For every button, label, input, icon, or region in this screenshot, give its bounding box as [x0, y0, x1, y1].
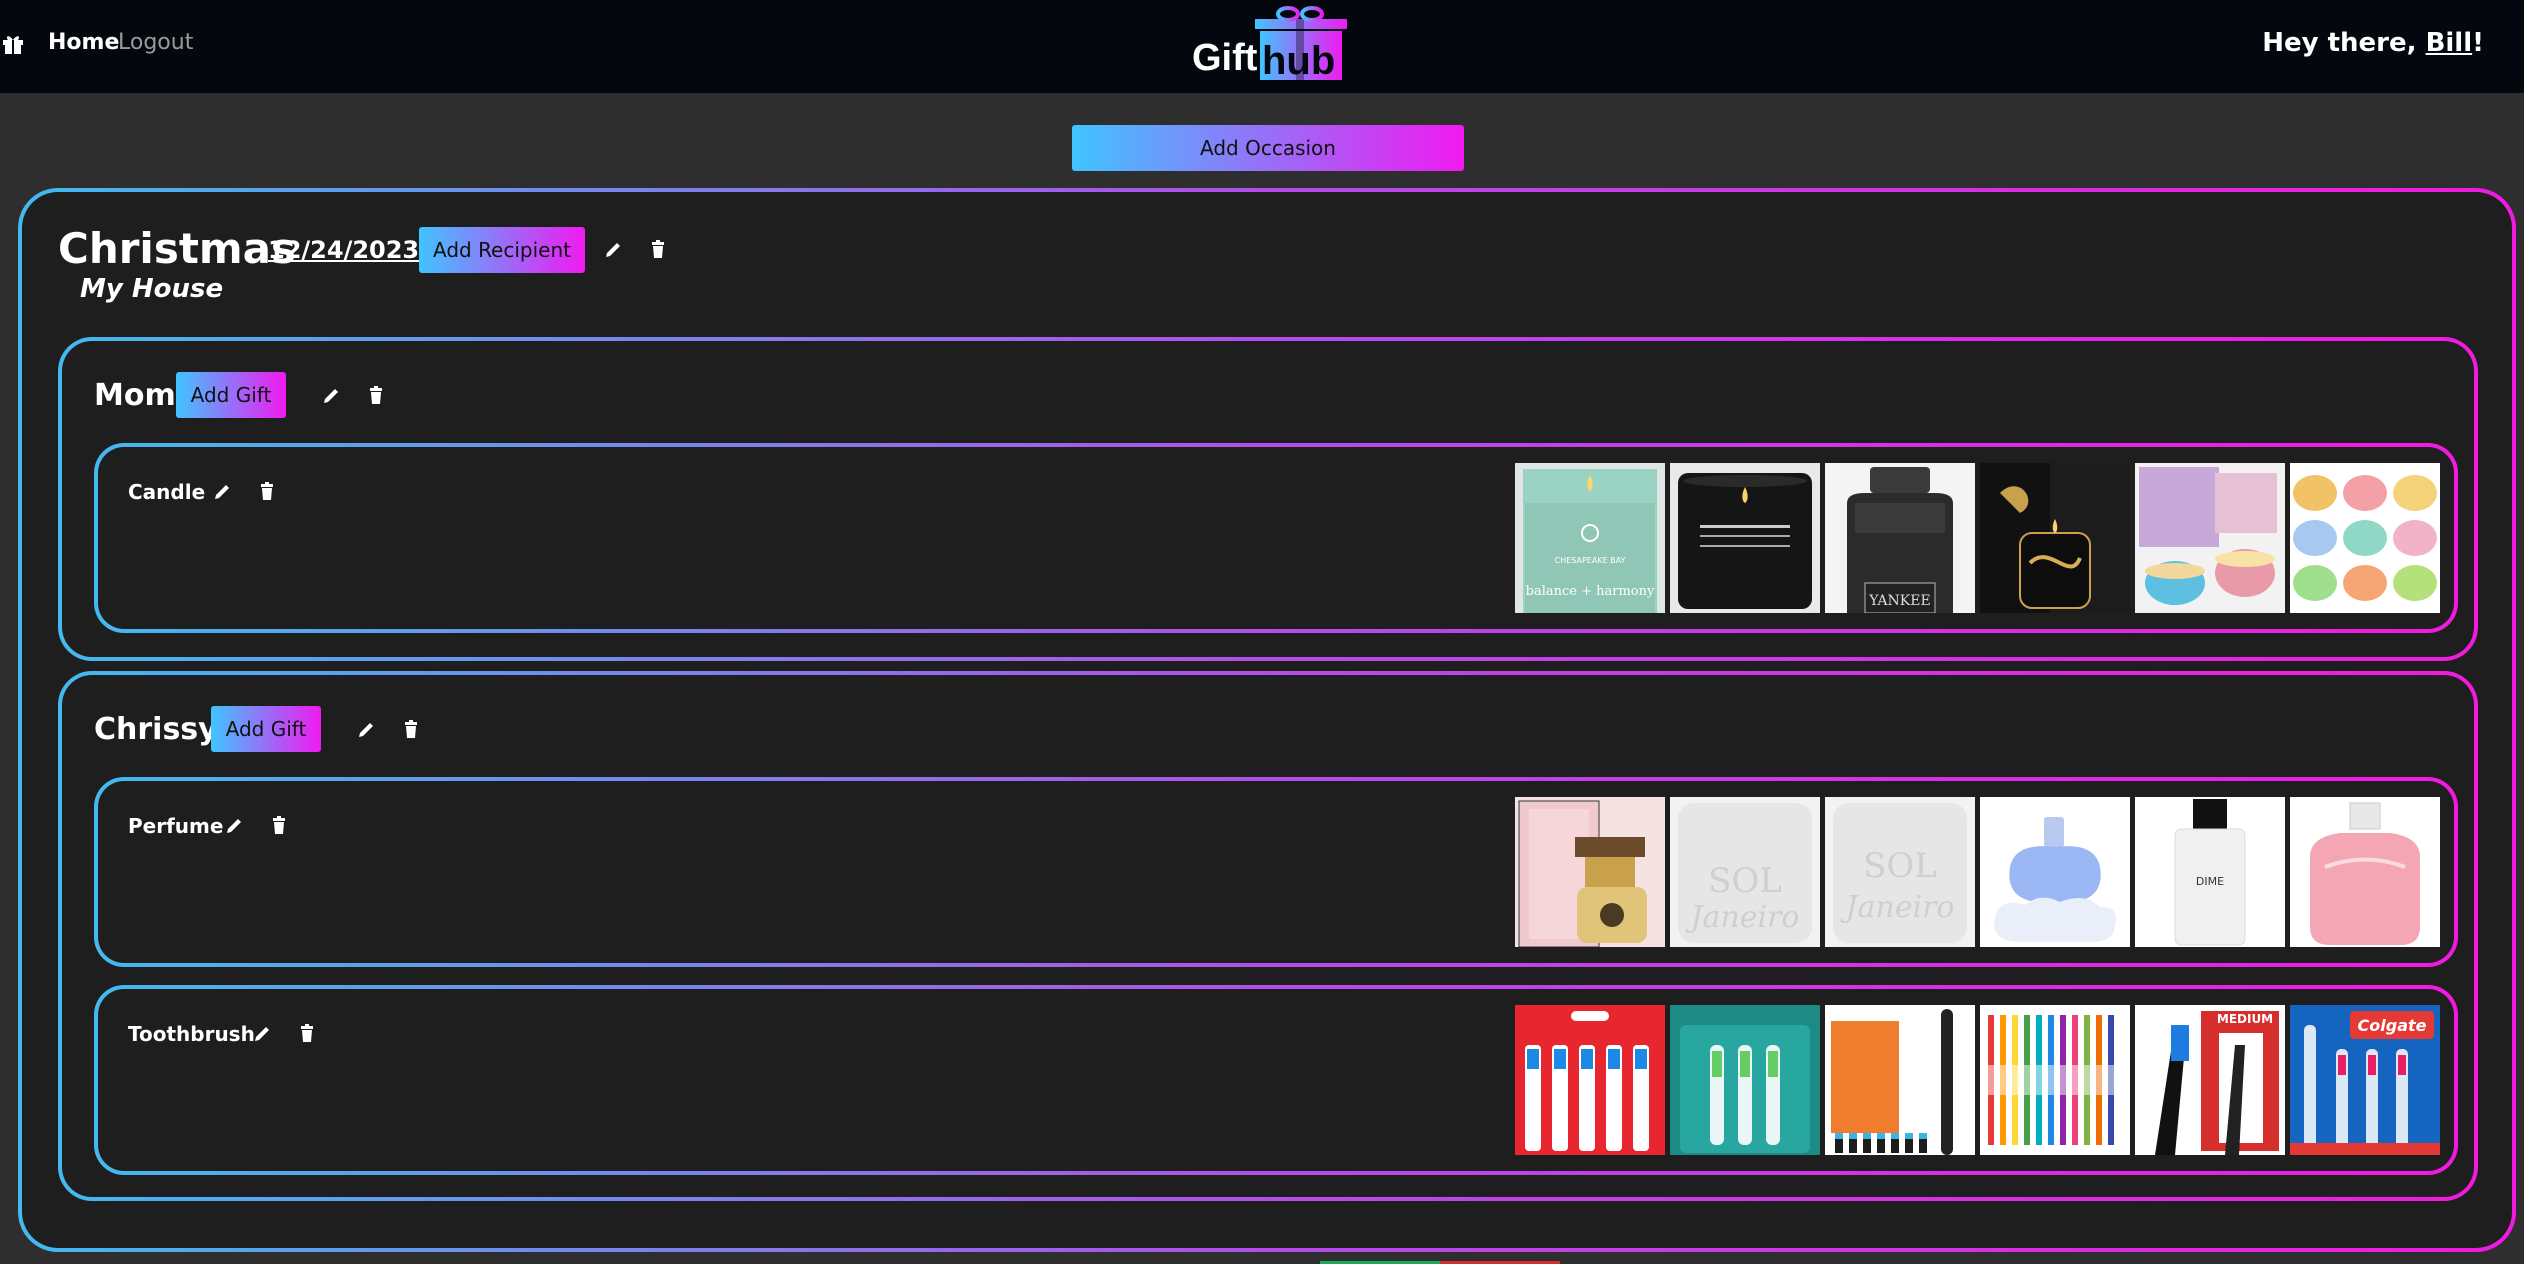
- edit-gift-pencil-icon[interactable]: [252, 1022, 274, 1044]
- thumbnail-label: SOL: [1708, 861, 1782, 901]
- thumbnail-label: MEDIUM: [2217, 1012, 2273, 1026]
- gift-name: Candle: [128, 480, 206, 504]
- gift-icon[interactable]: [2, 34, 24, 54]
- user-greeting: Hey there, Bill!: [2262, 28, 2484, 58]
- delete-gift-trash-icon[interactable]: [256, 480, 278, 502]
- thumbnail-label: balance + harmony: [1526, 584, 1655, 599]
- gift-thumbnail[interactable]: Colgate: [2290, 1005, 2440, 1155]
- delete-recipient-trash-icon[interactable]: [400, 718, 422, 740]
- user-name-link[interactable]: Bill: [2426, 28, 2473, 58]
- logo-text-hub: hub: [1262, 39, 1335, 82]
- gift-name: Toothbrush: [128, 1022, 255, 1046]
- gift-thumbnail[interactable]: [1515, 1005, 1665, 1155]
- gift-thumbnail[interactable]: [1670, 1005, 1820, 1155]
- gift-thumbnail[interactable]: DIME: [2135, 797, 2285, 947]
- thumbnail-label: CHESAPEAKE BAY: [1555, 556, 1626, 565]
- greeting-prefix: Hey there,: [2262, 28, 2426, 58]
- occasion-date[interactable]: 12/24/2023: [268, 236, 419, 264]
- edit-gift-pencil-icon[interactable]: [212, 480, 234, 502]
- logo-text-gift: Gift: [1192, 37, 1258, 79]
- nav-home-link[interactable]: Home: [48, 30, 119, 55]
- gift-thumbnail[interactable]: [2135, 463, 2285, 613]
- add-gift-button[interactable]: Add Gift: [211, 706, 321, 752]
- thumbnail-label: SOL: [1863, 846, 1937, 886]
- gift-thumbnail[interactable]: [1980, 797, 2130, 947]
- occasion-title: Christmas: [58, 224, 297, 273]
- gift-thumbnail[interactable]: [2290, 463, 2440, 613]
- nav-logout-link[interactable]: Logout: [118, 30, 193, 55]
- top-navbar: Home Logout Gift hub Hey there, Bill!: [0, 0, 2524, 93]
- thumbnail-label: Janeiro: [1685, 900, 1800, 935]
- delete-recipient-trash-icon[interactable]: [365, 384, 387, 406]
- githhub-logo[interactable]: Gift hub: [1190, 6, 1350, 83]
- edit-occasion-pencil-icon[interactable]: [603, 238, 625, 260]
- gift-thumbnail[interactable]: CHESAPEAKE BAY balance + harmony: [1515, 463, 1665, 613]
- thumbnail-label: Janeiro: [1840, 890, 1955, 925]
- gift-thumbnail[interactable]: [1825, 1005, 1975, 1155]
- thumbnail-label: DIME: [2196, 875, 2224, 888]
- edit-recipient-pencil-icon[interactable]: [356, 718, 378, 740]
- add-recipient-button[interactable]: Add Recipient: [419, 227, 585, 273]
- gift-thumbnail[interactable]: [1670, 463, 1820, 613]
- occasion-location: My House: [80, 274, 224, 304]
- gift-thumbnail[interactable]: YANKEE: [1825, 463, 1975, 613]
- gift-thumbnail[interactable]: SOL Janeiro: [1670, 797, 1820, 947]
- edit-recipient-pencil-icon[interactable]: [321, 384, 343, 406]
- gift-thumbnail[interactable]: [2290, 797, 2440, 947]
- recipient-name: Mom: [94, 378, 176, 413]
- recipient-name: Chrissy: [94, 712, 218, 747]
- delete-gift-trash-icon[interactable]: [268, 814, 290, 836]
- gift-thumbnail[interactable]: [1515, 797, 1665, 947]
- thumbnail-label: YANKEE: [1868, 593, 1930, 609]
- add-occasion-button[interactable]: Add Occasion: [1072, 125, 1464, 171]
- gift-thumbnail[interactable]: [1980, 463, 2130, 613]
- greeting-suffix: !: [2472, 28, 2484, 58]
- thumbnail-label: Colgate: [2358, 1016, 2427, 1035]
- add-gift-button[interactable]: Add Gift: [176, 372, 286, 418]
- gift-thumbnail[interactable]: SOL Janeiro: [1825, 797, 1975, 947]
- gift-thumbnail[interactable]: [1980, 1005, 2130, 1155]
- gift-thumbnail[interactable]: MEDIUM: [2135, 1005, 2285, 1155]
- gift-name: Perfume: [128, 814, 224, 838]
- edit-gift-pencil-icon[interactable]: [224, 814, 246, 836]
- delete-occasion-trash-icon[interactable]: [647, 238, 669, 260]
- delete-gift-trash-icon[interactable]: [296, 1022, 318, 1044]
